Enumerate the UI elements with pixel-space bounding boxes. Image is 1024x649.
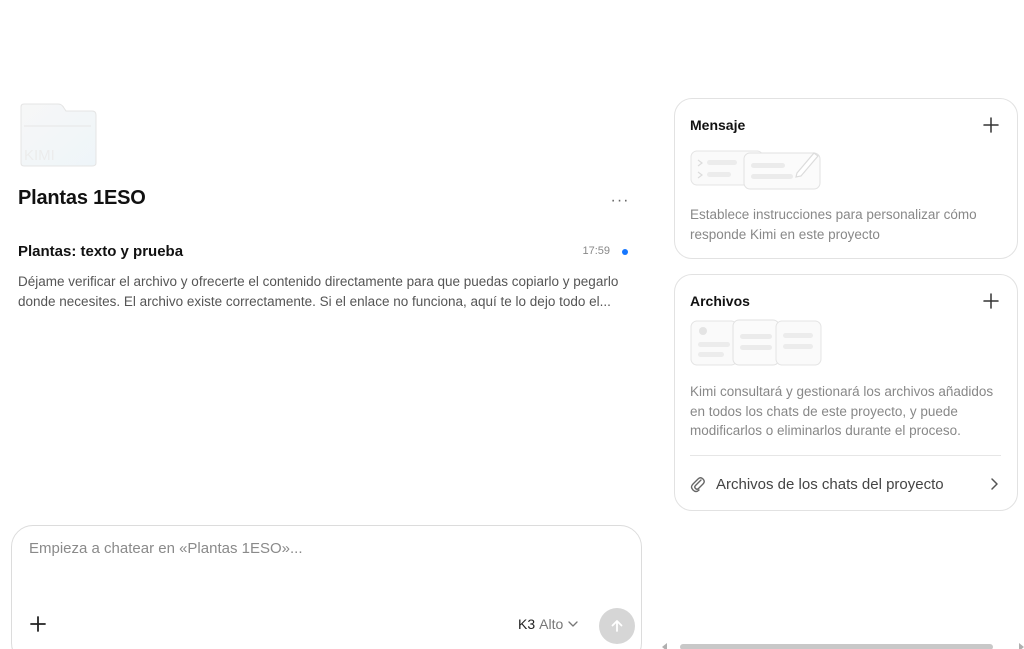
project-folder-icon: KIMI	[18, 103, 97, 167]
chat-preview: Déjame verificar el archivo y ofrecerte …	[18, 274, 619, 309]
divider	[690, 455, 1001, 456]
add-attachment-button[interactable]	[26, 612, 50, 636]
plus-icon	[30, 616, 46, 632]
plus-icon	[983, 293, 999, 309]
unread-indicator	[622, 249, 628, 255]
scrollbar-thumb[interactable]	[680, 644, 993, 649]
send-button[interactable]	[599, 608, 635, 644]
chat-list-item[interactable]: Plantas: texto y prueba 17:59 Déjame ver…	[18, 240, 634, 316]
folder-watermark: KIMI	[24, 147, 55, 164]
paperclip-icon	[690, 477, 705, 493]
chevron-down-icon	[568, 621, 578, 627]
more-options-button[interactable]: ···	[606, 189, 634, 213]
project-chat-files-link[interactable]: Archivos de los chats del proyecto	[690, 470, 1001, 498]
horizontal-scrollbar[interactable]	[662, 643, 1024, 649]
chat-input[interactable]	[29, 540, 619, 557]
arrow-up-icon	[611, 620, 623, 632]
chat-title: Plantas: texto y prueba	[18, 243, 184, 260]
instructions-illustration	[690, 147, 822, 198]
chat-composer: K3 Alto	[11, 525, 642, 649]
instructions-card-description: Establece instrucciones para personaliza…	[690, 207, 977, 242]
instructions-card: Mensaje Establece instrucciones para per…	[674, 98, 1018, 259]
model-selector[interactable]: K3 Alto	[518, 616, 579, 632]
chat-timestamp: 17:59	[582, 245, 610, 257]
project-chat-files-label: Archivos de los chats del proyecto	[716, 475, 944, 493]
scroll-right-icon[interactable]	[1019, 643, 1024, 649]
files-card-title: Archivos	[690, 293, 750, 309]
files-card-description: Kimi consultará y gestionará los archivo…	[690, 384, 994, 438]
project-title: Plantas 1ESO	[18, 187, 146, 209]
more-icon: ···	[610, 192, 630, 209]
chevron-right-icon	[991, 478, 998, 490]
add-instructions-button[interactable]	[981, 115, 1001, 135]
plus-icon	[983, 117, 999, 133]
add-files-button[interactable]	[981, 291, 1001, 311]
instructions-card-title: Mensaje	[690, 117, 746, 133]
files-card: Archivos Kimi consultará y gestionará lo…	[674, 274, 1018, 511]
scroll-left-icon[interactable]	[662, 643, 667, 649]
files-illustration	[690, 318, 822, 373]
model-name: K3	[518, 616, 536, 632]
model-level: Alto	[539, 616, 564, 632]
